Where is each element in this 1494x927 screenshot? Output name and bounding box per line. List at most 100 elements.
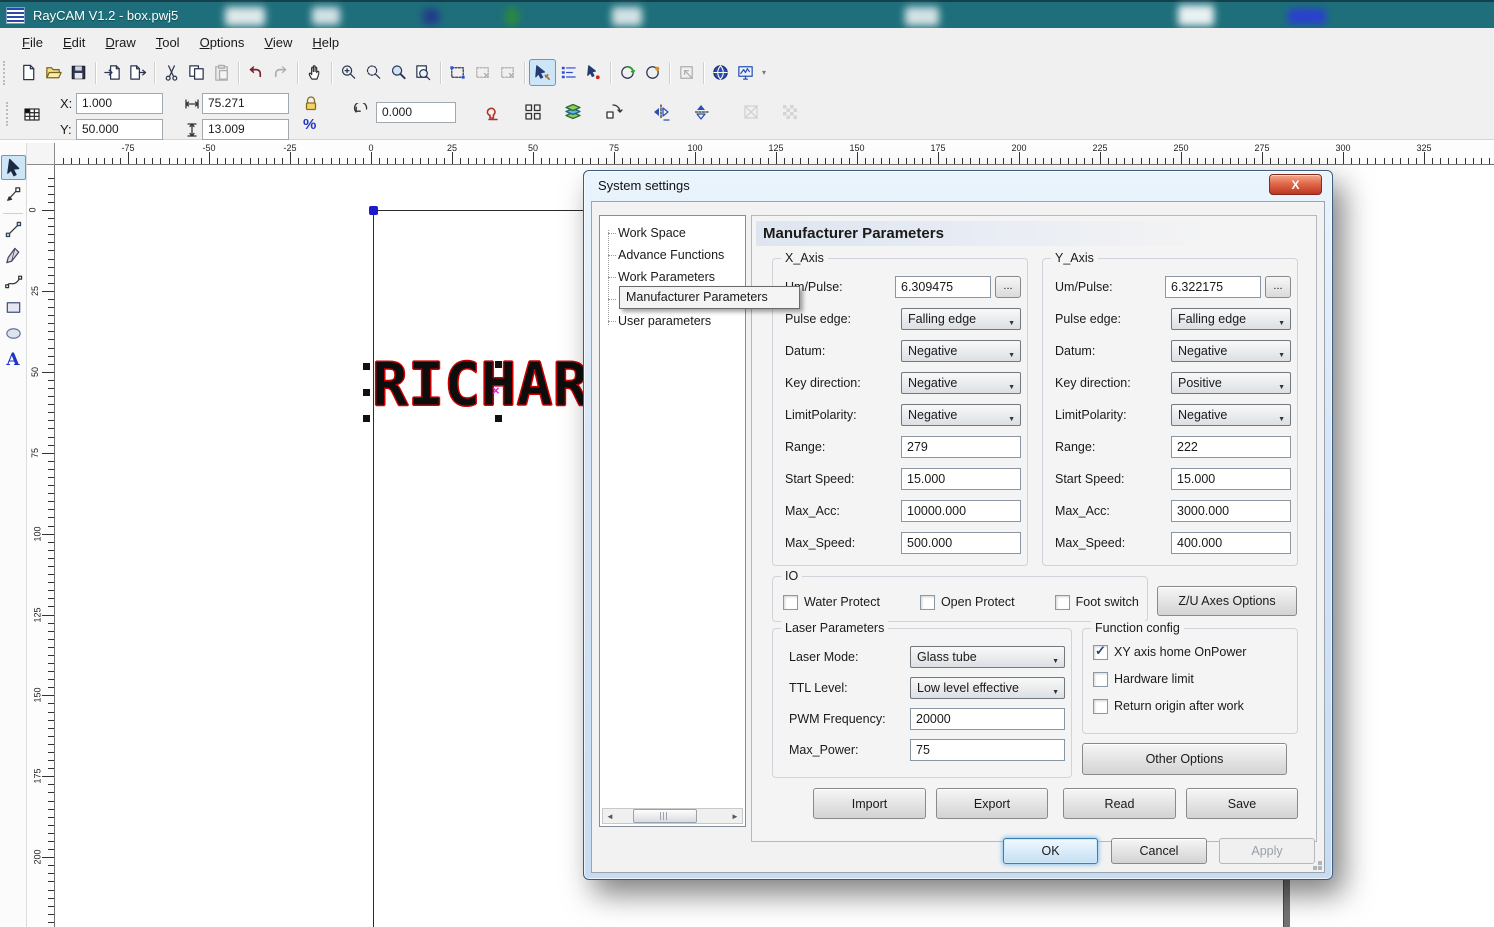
selection-handle-top-center[interactable] — [495, 361, 502, 368]
save-button[interactable] — [66, 60, 91, 85]
tree-item-advance-functions[interactable]: Advance Functions — [600, 244, 745, 266]
ellipse-tool[interactable] — [2, 322, 25, 345]
menu-view[interactable]: View — [254, 31, 302, 54]
x-start-speed-input[interactable]: 15.000 — [901, 468, 1021, 490]
y-key-direction-select[interactable]: Positive — [1171, 372, 1291, 394]
max-power-input[interactable]: 75 — [910, 739, 1065, 761]
curve-tool[interactable] — [2, 270, 25, 293]
width-input[interactable]: 75.271 — [202, 93, 289, 114]
export-button[interactable] — [125, 60, 150, 85]
menu-help[interactable]: Help — [302, 31, 349, 54]
language-button[interactable] — [708, 60, 733, 85]
foot-switch-checkbox[interactable] — [1055, 595, 1070, 610]
other-options-button[interactable]: Other Options — [1082, 743, 1287, 775]
display-config-button[interactable] — [733, 60, 758, 85]
tree-item-work-space[interactable]: Work Space — [600, 222, 745, 244]
y-um-pulse-browse-button[interactable]: ... — [1265, 276, 1291, 298]
y-max-speed-input[interactable]: 400.000 — [1171, 532, 1291, 554]
toolbar-grip[interactable] — [6, 102, 14, 126]
selection-handle-top-left[interactable] — [363, 363, 370, 370]
import-button-dialog[interactable]: Import — [813, 788, 926, 819]
param-list-button[interactable] — [556, 60, 581, 85]
ttl-level-select[interactable]: Low level effective — [910, 677, 1065, 699]
tree-item-tooltip[interactable]: Manufacturer Parameters — [619, 286, 800, 309]
tree-item-user-parameters[interactable]: User parameters — [600, 310, 745, 332]
menu-draw[interactable]: Draw — [95, 31, 145, 54]
text-tool[interactable]: A — [2, 348, 25, 371]
mirror-vertical-icon[interactable] — [691, 102, 711, 122]
toolbar-grip[interactable] — [3, 61, 11, 85]
node-select-button[interactable] — [445, 60, 470, 85]
order-layers-icon[interactable] — [563, 102, 583, 122]
menu-options[interactable]: Options — [190, 31, 255, 54]
open-button[interactable] — [41, 60, 66, 85]
zu-axes-options-button[interactable]: Z/U Axes Options — [1157, 586, 1297, 616]
x-limit-polarity-select[interactable]: Negative — [901, 404, 1021, 426]
selection-handle-bottom-center[interactable] — [495, 415, 502, 422]
laser-mode-select[interactable]: Glass tube — [910, 646, 1065, 668]
return-origin-checkbox[interactable] — [1093, 699, 1108, 714]
dialog-close-button[interactable]: X — [1269, 174, 1322, 195]
rotate-angle-input[interactable]: 0.000 — [376, 102, 456, 123]
dialog-resize-grip[interactable] — [1318, 866, 1322, 870]
rotate-object-icon[interactable] — [603, 102, 623, 122]
cancel-button[interactable]: Cancel — [1111, 838, 1207, 864]
x-max-acc-input[interactable]: 10000.000 — [901, 500, 1021, 522]
y-range-input[interactable]: 222 — [1171, 436, 1291, 458]
undo-button[interactable] — [243, 60, 268, 85]
x-um-pulse-input[interactable]: 6.309475 — [895, 276, 991, 298]
tree-horizontal-scrollbar[interactable]: ◄ ► — [602, 808, 743, 824]
x-datum-select[interactable]: Negative — [901, 340, 1021, 362]
x-coordinate-input[interactable]: 1.000 — [76, 93, 163, 114]
copy-button[interactable] — [184, 60, 209, 85]
circle-direction-button[interactable] — [640, 60, 665, 85]
box-top-edge[interactable] — [374, 210, 584, 211]
save-button-dialog[interactable]: Save — [1186, 788, 1298, 819]
y-limit-polarity-select[interactable]: Negative — [1171, 404, 1291, 426]
scroll-left-arrow-icon[interactable]: ◄ — [603, 809, 617, 823]
title-bar[interactable]: RayCAM V1.2 - box.pwj5 — [0, 0, 1494, 28]
scroll-right-arrow-icon[interactable]: ► — [728, 809, 742, 823]
menu-tool[interactable]: Tool — [146, 31, 190, 54]
menu-edit[interactable]: Edit — [53, 31, 95, 54]
zoom-page-button[interactable] — [411, 60, 436, 85]
x-max-speed-input[interactable]: 500.000 — [901, 532, 1021, 554]
y-coordinate-input[interactable]: 50.000 — [76, 119, 163, 140]
menu-file[interactable]: File — [12, 31, 53, 54]
zoom-area-button[interactable] — [361, 60, 386, 85]
rectangle-tool[interactable] — [2, 296, 25, 319]
y-datum-select[interactable]: Negative — [1171, 340, 1291, 362]
height-input[interactable]: 13.009 — [202, 119, 289, 140]
x-range-input[interactable]: 279 — [901, 436, 1021, 458]
x-key-direction-select[interactable]: Negative — [901, 372, 1021, 394]
zoom-all-button[interactable] — [386, 60, 411, 85]
water-protect-checkbox[interactable] — [783, 595, 798, 610]
read-button[interactable]: Read — [1063, 788, 1176, 819]
selection-handle-mid-left[interactable] — [363, 389, 370, 396]
open-protect-checkbox[interactable] — [920, 595, 935, 610]
node-edit-tool[interactable] — [2, 183, 25, 206]
selected-text-object[interactable]: RICHAR — [372, 355, 589, 415]
y-pulse-edge-select[interactable]: Falling edge — [1171, 308, 1291, 330]
pick-point-button[interactable] — [581, 60, 606, 85]
ok-button[interactable]: OK — [1003, 838, 1098, 864]
y-start-speed-input[interactable]: 15.000 — [1171, 468, 1291, 490]
grid-position-icon[interactable] — [22, 104, 42, 124]
export-button-dialog[interactable]: Export — [936, 788, 1048, 819]
circle-start-button[interactable] — [615, 60, 640, 85]
select-tool[interactable] — [1, 155, 26, 180]
array-copy-icon[interactable] — [523, 102, 543, 122]
pan-button[interactable] — [302, 60, 327, 85]
lock-ratio-icon[interactable] — [301, 93, 321, 113]
box-left-edge[interactable] — [373, 211, 374, 927]
pick-edit-button[interactable] — [529, 59, 556, 86]
x-pulse-edge-select[interactable]: Falling edge — [901, 308, 1021, 330]
pwm-frequency-input[interactable]: 20000 — [910, 708, 1065, 730]
mirror-horizontal-icon[interactable] — [651, 102, 671, 122]
y-max-acc-input[interactable]: 3000.000 — [1171, 500, 1291, 522]
weld-icon[interactable] — [483, 102, 503, 122]
xy-home-checkbox[interactable] — [1093, 645, 1108, 660]
hardware-limit-checkbox[interactable] — [1093, 672, 1108, 687]
percent-scale-label[interactable]: % — [303, 116, 316, 133]
x-um-pulse-browse-button[interactable]: ... — [995, 276, 1021, 298]
